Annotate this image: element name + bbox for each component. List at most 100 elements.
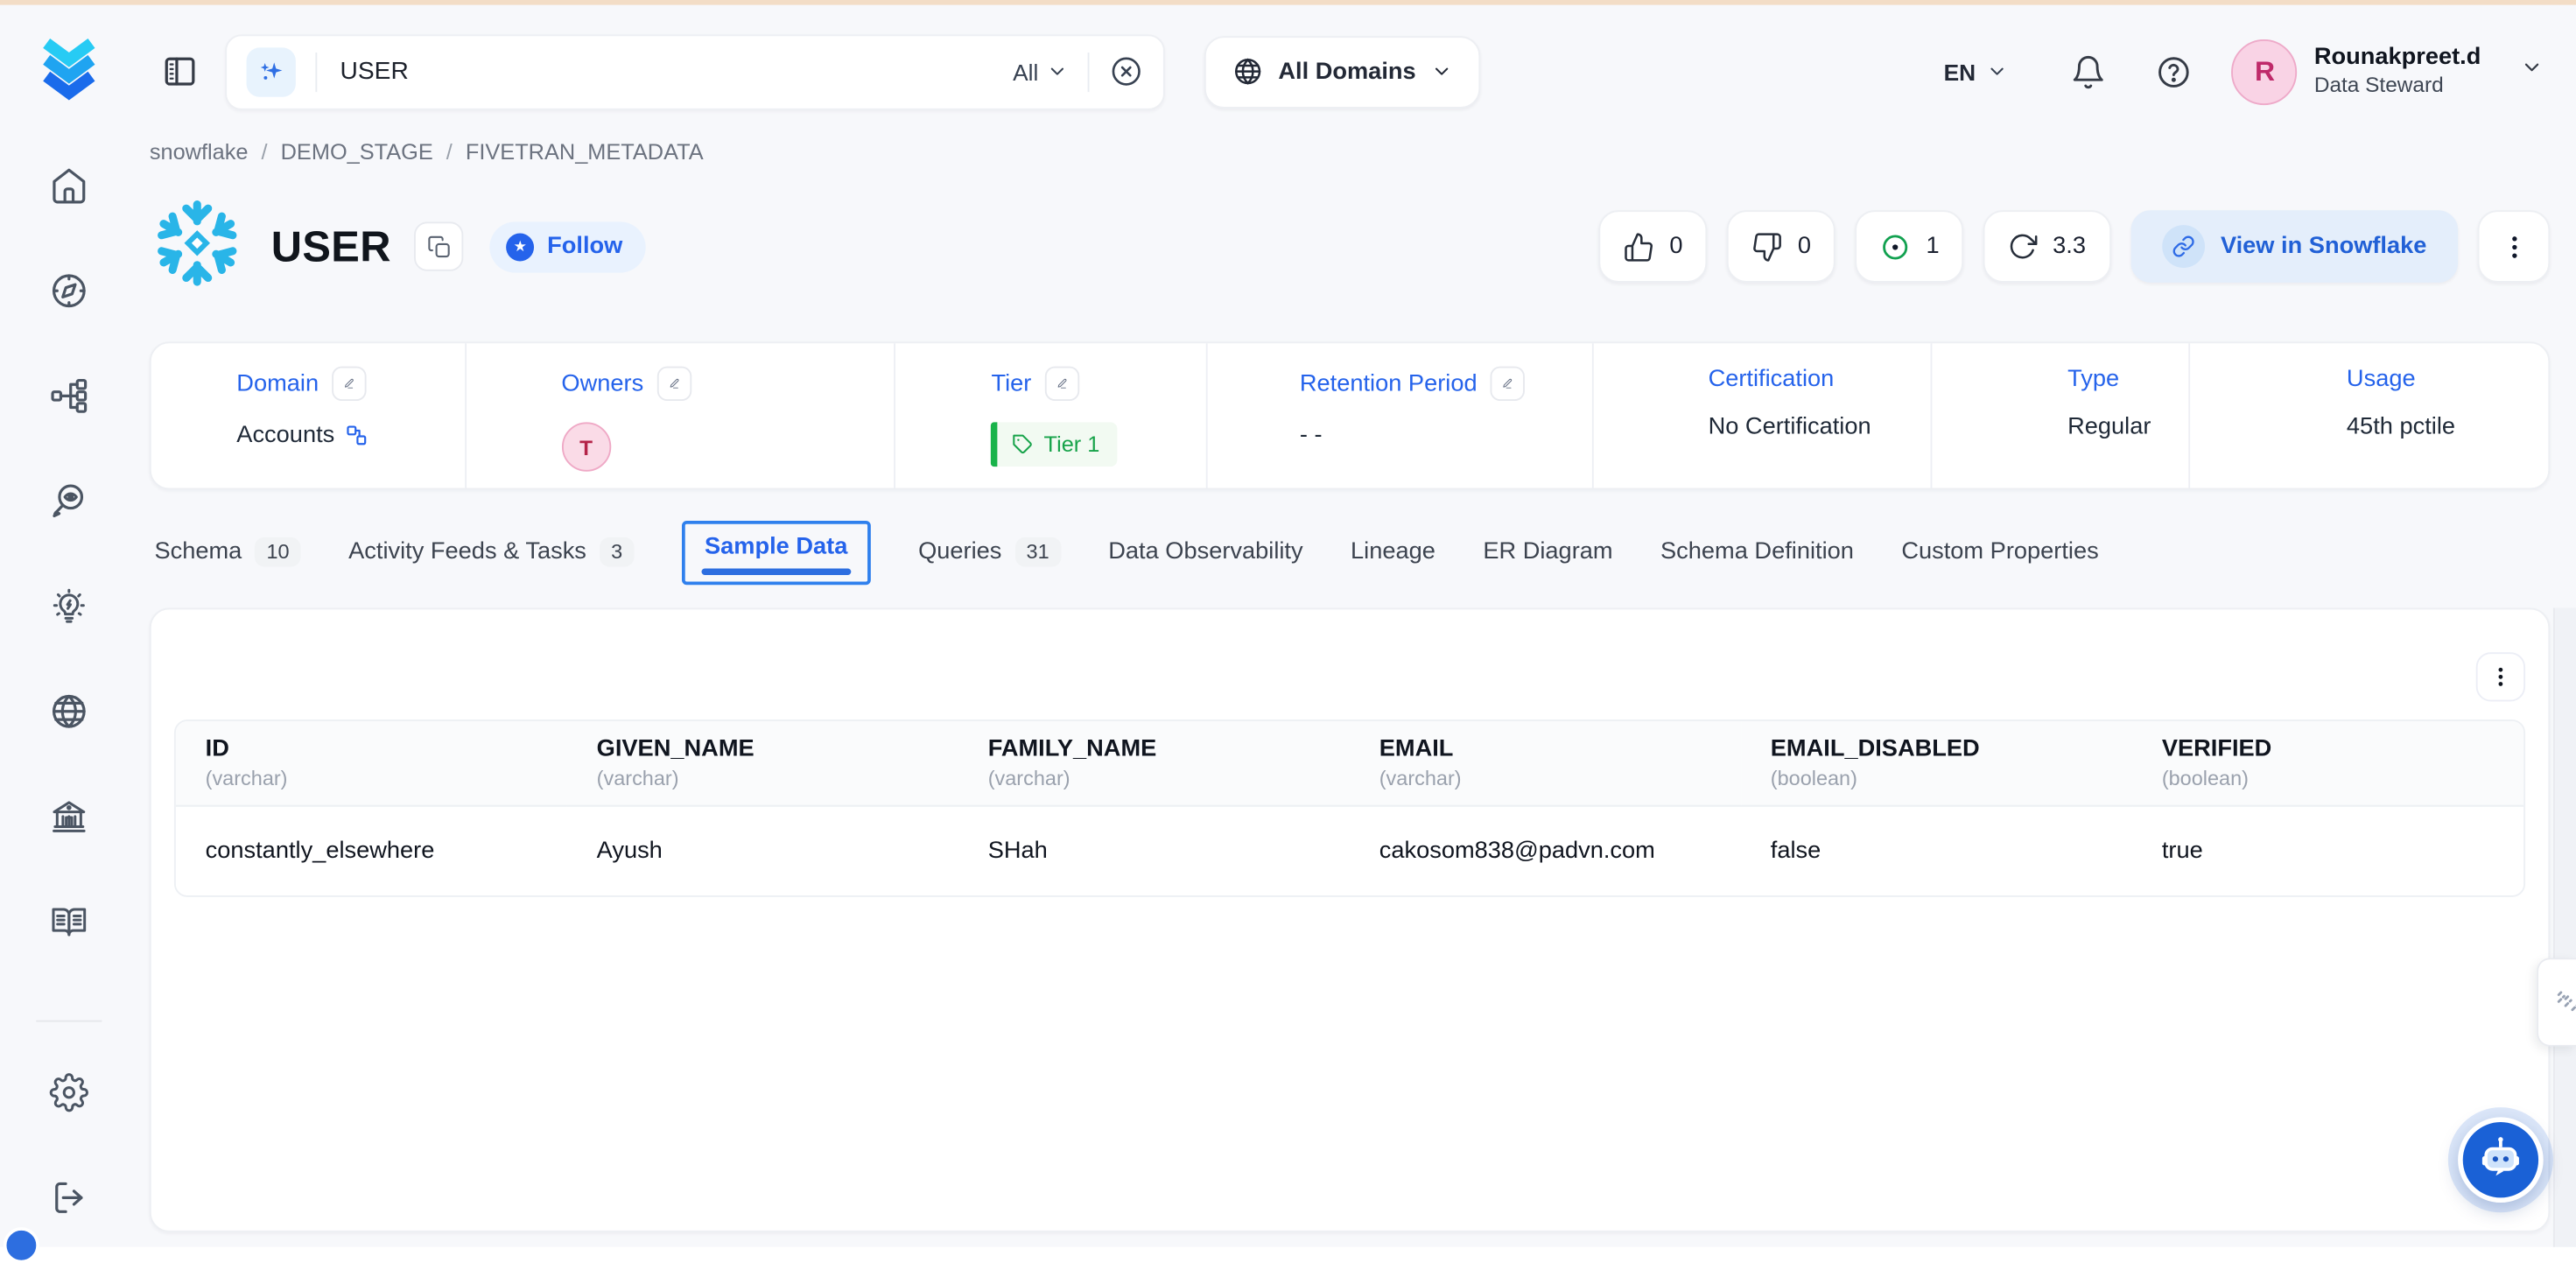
- metadata-domain: Domain Accounts: [151, 343, 467, 488]
- star-icon: ★: [506, 233, 534, 261]
- kebab-icon: [2498, 231, 2530, 263]
- column-header-email[interactable]: EMAIL(varchar): [1350, 721, 1741, 806]
- cell-given-name: Ayush: [567, 806, 958, 895]
- status-dot-icon: [1880, 231, 1912, 263]
- chatbot-button[interactable]: [2458, 1117, 2544, 1203]
- home-icon[interactable]: [49, 166, 88, 206]
- tab-lineage[interactable]: Lineage: [1351, 539, 1435, 565]
- refresh-score-button[interactable]: 3.3: [1983, 210, 2110, 283]
- globe-icon[interactable]: [49, 691, 88, 731]
- thumbs-up-icon: [1624, 231, 1655, 263]
- sample-data-kebab-menu[interactable]: [2476, 652, 2525, 701]
- breadcrumb-database[interactable]: DEMO_STAGE: [281, 140, 433, 165]
- domain-value[interactable]: Accounts: [236, 422, 334, 448]
- column-header-verified[interactable]: VERIFIED(boolean): [2132, 721, 2523, 806]
- glossary-icon[interactable]: [49, 902, 88, 942]
- asset-header: USER ★ Follow 0 0 1: [150, 193, 2550, 298]
- cell-email: cakosom838@padvn.com: [1350, 806, 1741, 895]
- notifications-bell-icon[interactable]: [2071, 53, 2107, 89]
- tab-queries[interactable]: Queries31: [918, 537, 1061, 567]
- metadata-card: Domain Accounts Owners T Ti: [150, 341, 2550, 489]
- column-header-email-disabled[interactable]: EMAIL_DISABLED(boolean): [1741, 721, 2132, 806]
- globe-icon: [1232, 56, 1264, 88]
- all-domains-label: All Domains: [1278, 59, 1415, 85]
- search-scope-dropdown[interactable]: All: [1013, 59, 1068, 85]
- breadcrumb-connection[interactable]: snowflake: [150, 140, 249, 165]
- governance-icon[interactable]: [49, 796, 88, 836]
- right-panel-handle[interactable]: [2537, 958, 2576, 1046]
- language-label: EN: [1944, 59, 1976, 85]
- atlan-logo[interactable]: [32, 28, 107, 112]
- metadata-owners: Owners T: [467, 343, 896, 488]
- help-icon[interactable]: [2157, 53, 2193, 89]
- user-menu-chevron-icon[interactable]: [2520, 56, 2543, 88]
- column-header-family-name[interactable]: FAMILY_NAME(varchar): [958, 721, 1350, 806]
- tab-data-observability[interactable]: Data Observability: [1108, 539, 1302, 565]
- domain-link-icon[interactable]: [345, 424, 368, 446]
- view-in-snowflake-button[interactable]: View in Snowflake: [2130, 210, 2458, 283]
- breadcrumb-schema[interactable]: FIVETRAN_METADATA: [466, 140, 704, 165]
- edit-retention-icon[interactable]: [1491, 367, 1525, 401]
- workflow-icon[interactable]: [49, 376, 88, 416]
- type-value: Regular: [2067, 414, 2151, 440]
- score-value: 3.3: [2053, 234, 2086, 260]
- tab-activity-feeds-tasks[interactable]: Activity Feeds & Tasks3: [348, 537, 634, 567]
- compass-icon[interactable]: [49, 271, 88, 311]
- observe-icon[interactable]: [49, 481, 88, 521]
- global-search[interactable]: All: [225, 33, 1165, 109]
- status-button[interactable]: 1: [1856, 210, 1964, 283]
- tab-schema[interactable]: Schema10: [154, 537, 300, 567]
- column-header-given-name[interactable]: GIVEN_NAME(varchar): [567, 721, 958, 806]
- tab-badge: 3: [600, 537, 634, 567]
- cell-verified: true: [2132, 806, 2523, 895]
- tab-sample-data[interactable]: Sample Data: [682, 520, 871, 584]
- table-header-row: ID(varchar) GIVEN_NAME(varchar) FAMILY_N…: [176, 721, 2523, 806]
- sample-data-panel: ID(varchar) GIVEN_NAME(varchar) FAMILY_N…: [150, 608, 2550, 1232]
- all-domains-dropdown[interactable]: All Domains: [1204, 35, 1480, 108]
- clear-search-icon[interactable]: [1109, 54, 1143, 88]
- search-input[interactable]: [337, 56, 1013, 88]
- user-avatar[interactable]: R: [2232, 39, 2298, 104]
- edit-tier-icon[interactable]: [1044, 367, 1078, 401]
- logout-icon[interactable]: [49, 1178, 88, 1217]
- right-panel-rail: [2553, 608, 2576, 1247]
- asset-kebab-menu[interactable]: [2478, 210, 2551, 283]
- like-count: 0: [1669, 234, 1682, 260]
- search-divider-2: [1088, 52, 1090, 91]
- like-button[interactable]: 0: [1599, 210, 1708, 283]
- bot-icon: [2474, 1133, 2527, 1186]
- corner-floating-button[interactable]: [4, 1227, 39, 1263]
- owner-avatar[interactable]: T: [561, 422, 610, 471]
- dislike-button[interactable]: 0: [1727, 210, 1835, 283]
- retention-value: - -: [1300, 422, 1323, 448]
- user-info[interactable]: Rounakpreet.d Data Steward: [2314, 42, 2481, 101]
- language-dropdown[interactable]: EN: [1944, 59, 2009, 85]
- dislike-count: 0: [1798, 234, 1811, 260]
- tier-badge[interactable]: Tier 1: [991, 422, 1118, 467]
- sidebar-divider: [36, 1021, 102, 1022]
- breadcrumb: snowflake/DEMO_STAGE/FIVETRAN_METADATA: [150, 140, 704, 165]
- search-scope-label: All: [1013, 59, 1038, 85]
- refresh-icon: [2008, 232, 2038, 262]
- edit-owners-icon[interactable]: [656, 367, 691, 401]
- usage-value: 45th pctile: [2347, 414, 2455, 440]
- edit-domain-icon[interactable]: [332, 367, 366, 401]
- thumbs-down-icon: [1751, 231, 1783, 263]
- tag-icon: [1013, 434, 1034, 455]
- chevron-down-icon: [1987, 60, 2008, 81]
- follow-button[interactable]: ★ Follow: [489, 221, 645, 271]
- metadata-tier: Tier Tier 1: [896, 343, 1208, 488]
- panel-toggle-icon[interactable]: [161, 53, 199, 90]
- copy-icon[interactable]: [414, 221, 463, 270]
- column-header-id[interactable]: ID(varchar): [176, 721, 567, 806]
- link-icon: [2161, 225, 2204, 268]
- insights-icon[interactable]: [49, 586, 88, 626]
- tab-schema-definition[interactable]: Schema Definition: [1660, 539, 1854, 565]
- settings-icon[interactable]: [49, 1073, 88, 1112]
- chevron-down-icon: [1047, 60, 1068, 81]
- user-role: Data Steward: [2314, 73, 2481, 101]
- table-row[interactable]: constantly_elsewhere Ayush SHah cakosom8…: [176, 806, 2523, 895]
- sample-data-table: ID(varchar) GIVEN_NAME(varchar) FAMILY_N…: [174, 719, 2525, 897]
- tab-er-diagram[interactable]: ER Diagram: [1483, 539, 1612, 565]
- tab-custom-properties[interactable]: Custom Properties: [1901, 539, 2098, 565]
